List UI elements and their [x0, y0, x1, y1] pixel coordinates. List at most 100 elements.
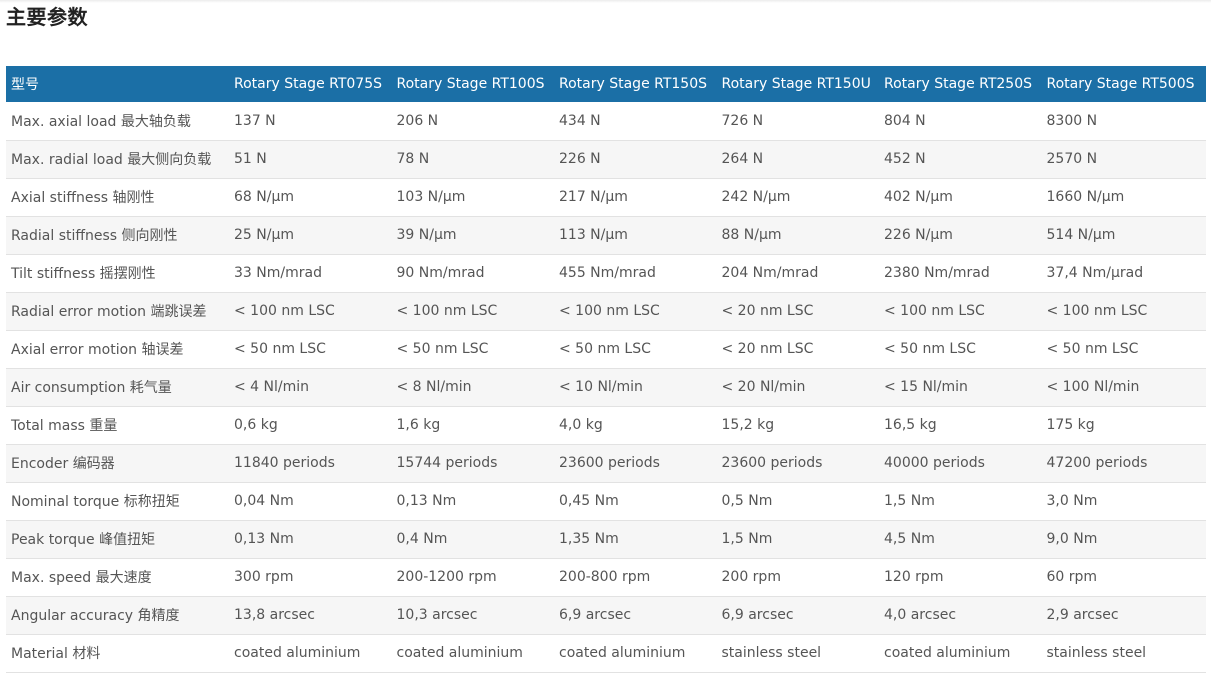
table-row: Radial error motion 端跳误差 < 100 nm LSC < … [6, 292, 1206, 330]
row-label-cell: Material 材料 [11, 646, 101, 662]
value-cell: 402 N/µm [884, 189, 953, 205]
header-model-cell: Rotary Stage RT075S [234, 76, 382, 92]
table-row: Air consumption 耗气量 < 4 Nl/min < 8 Nl/mi… [6, 368, 1206, 406]
value-cell: < 20 nm LSC [721, 303, 814, 319]
value-cell: 200 rpm [721, 569, 781, 585]
row-label-cell: Angular accuracy 角精度 [11, 608, 180, 624]
value-cell: < 10 Nl/min [559, 379, 643, 395]
top-shade [0, 0, 1211, 3]
value-cell: 15,2 kg [721, 417, 775, 433]
value-cell: 37,4 Nm/µrad [1046, 265, 1144, 281]
value-cell: 0,6 kg [234, 417, 278, 433]
value-cell: 0,04 Nm [234, 493, 294, 509]
value-cell: coated aluminium [559, 645, 686, 661]
value-cell: < 50 nm LSC [559, 341, 651, 357]
table-row: Material 材料 coated aluminium coated alum… [6, 634, 1206, 672]
value-cell: 113 N/µm [559, 227, 628, 243]
value-cell: 6,9 arcsec [559, 607, 632, 623]
value-cell: coated aluminium [396, 645, 523, 661]
table-row: Radial stiffness 侧向刚性 25 N/µm 39 N/µm 11… [6, 216, 1206, 254]
value-cell: 204 Nm/mrad [721, 265, 819, 281]
value-cell: < 8 Nl/min [396, 379, 472, 395]
row-label-cell: Encoder 编码器 [11, 456, 115, 472]
spec-table: 型号 Rotary Stage RT075S Rotary Stage RT10… [6, 66, 1206, 673]
value-cell: 200-800 rpm [559, 569, 651, 585]
value-cell: 226 N/µm [884, 227, 953, 243]
table-row: Encoder 编码器 11840 periods 15744 periods … [6, 444, 1206, 482]
value-cell: 1,5 Nm [721, 531, 773, 547]
value-cell: 16,5 kg [884, 417, 937, 433]
table-row: Tilt stiffness 摇摆刚性 33 Nm/mrad 90 Nm/mra… [6, 254, 1206, 292]
row-label-cell: Radial error motion 端跳误差 [11, 304, 207, 320]
value-cell: 33 Nm/mrad [234, 265, 322, 281]
value-cell: 804 N [884, 112, 926, 129]
value-cell: < 50 nm LSC [234, 341, 326, 357]
value-cell: < 50 nm LSC [396, 341, 489, 357]
header-model-cell: Rotary Stage RT500S [1046, 76, 1195, 92]
table-row: Max. axial load 最大轴负载 137 N 206 N 434 N … [6, 102, 1206, 140]
value-cell: 15744 periods [396, 455, 498, 471]
section-heading: 主要参数 [6, 5, 88, 29]
page: 主要参数 型号 Rotary Stage RT075S Rotary Stage… [0, 0, 1211, 676]
table-row: Angular accuracy 角精度 13,8 arcsec 10,3 ar… [6, 596, 1206, 634]
value-cell: < 100 Nl/min [1046, 379, 1140, 395]
value-cell: 1,5 Nm [884, 493, 935, 509]
table-row: Max. radial load 最大侧向负载 51 N 78 N 226 N … [6, 140, 1206, 178]
row-label-cell: Max. radial load 最大侧向负载 [11, 152, 212, 168]
value-cell: 90 Nm/mrad [396, 265, 485, 281]
value-cell: < 20 nm LSC [721, 341, 814, 357]
value-cell: 4,0 arcsec [884, 607, 957, 623]
value-cell: 103 N/µm [396, 189, 466, 205]
value-cell: coated aluminium [234, 645, 361, 661]
value-cell: 88 N/µm [721, 227, 782, 243]
table-row: Nominal torque 标称扭矩 0,04 Nm 0,13 Nm 0,45… [6, 482, 1206, 520]
row-label-cell: Tilt stiffness 摇摆刚性 [11, 266, 156, 282]
header-model-cell: Rotary Stage RT150S [559, 76, 707, 92]
value-cell: 10,3 arcsec [396, 607, 478, 623]
value-cell: < 20 Nl/min [721, 379, 806, 395]
value-cell: < 100 nm LSC [1046, 303, 1148, 319]
value-cell: 25 N/µm [234, 227, 294, 243]
value-cell: 1,35 Nm [559, 531, 619, 547]
value-cell: 0,45 Nm [559, 493, 619, 509]
value-cell: 51 N [234, 151, 267, 167]
value-cell: < 100 nm LSC [884, 303, 985, 319]
table-row: Total mass 重量 0,6 kg 1,6 kg 4,0 kg 15,2 … [6, 406, 1206, 444]
value-cell: 23600 periods [721, 455, 823, 471]
value-cell: stainless steel [1046, 645, 1147, 661]
value-cell: 8300 N [1046, 112, 1098, 129]
value-cell: 40000 periods [884, 455, 985, 471]
value-cell: 4,0 kg [559, 417, 603, 433]
value-cell: 60 rpm [1046, 569, 1098, 585]
value-cell: 1660 N/µm [1046, 189, 1125, 205]
row-label-cell: Max. axial load 最大轴负载 [11, 113, 191, 130]
value-cell: 2380 Nm/mrad [884, 265, 990, 281]
table-row: Max. speed 最大速度 300 rpm 200-1200 rpm 200… [6, 558, 1206, 596]
row-label-cell: Max. speed 最大速度 [11, 570, 152, 586]
value-cell: 200-1200 rpm [396, 569, 497, 585]
value-cell: 13,8 arcsec [234, 607, 315, 623]
value-cell: 47200 periods [1046, 455, 1148, 471]
table-row: Axial error motion 轴误差 < 50 nm LSC < 50 … [6, 330, 1206, 368]
value-cell: coated aluminium [884, 645, 1011, 661]
row-label-cell: Axial stiffness 轴刚性 [11, 190, 155, 206]
value-cell: 264 N [721, 151, 764, 167]
value-cell: 120 rpm [884, 569, 944, 585]
value-cell: 137 N [234, 112, 276, 129]
row-label-cell: Total mass 重量 [11, 418, 118, 434]
value-cell: 2,9 arcsec [1046, 607, 1119, 623]
header-model-cell: Rotary Stage RT100S [396, 76, 545, 92]
table-row: Axial stiffness 轴刚性 68 N/µm 103 N/µm 217… [6, 178, 1206, 216]
value-cell: 434 N [559, 112, 601, 129]
header-model-cell: Rotary Stage RT150U [721, 76, 871, 92]
value-cell: 2570 N [1046, 151, 1098, 167]
table-header-row: 型号 Rotary Stage RT075S Rotary Stage RT10… [6, 66, 1206, 102]
value-cell: stainless steel [721, 645, 822, 661]
value-cell: 3,0 Nm [1046, 493, 1098, 509]
value-cell: 217 N/µm [559, 189, 628, 205]
value-cell: 78 N [396, 151, 430, 167]
value-cell: < 15 Nl/min [884, 379, 968, 395]
value-cell: 514 N/µm [1046, 227, 1116, 243]
header-model-cell: Rotary Stage RT250S [884, 76, 1032, 92]
value-cell: 206 N [396, 112, 439, 129]
